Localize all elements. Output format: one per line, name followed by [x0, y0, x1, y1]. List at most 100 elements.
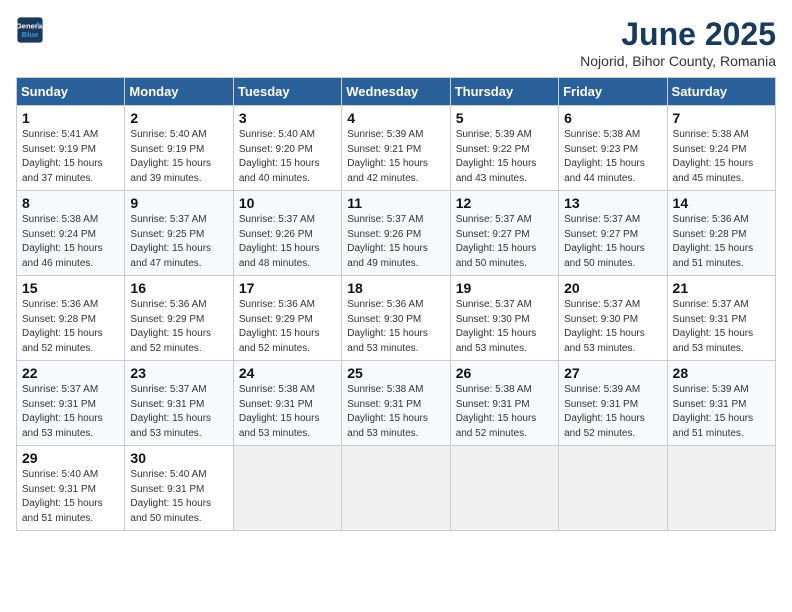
day-number: 21 [673, 280, 770, 296]
calendar-week-row: 22 Sunrise: 5:37 AM Sunset: 9:31 PM Dayli… [17, 361, 776, 446]
day-number: 6 [564, 110, 661, 126]
day-info: Sunrise: 5:39 AM Sunset: 9:31 PM Dayligh… [673, 383, 770, 441]
day-number: 11 [347, 195, 444, 211]
day-number: 14 [673, 195, 770, 211]
day-number: 29 [22, 450, 119, 466]
day-number: 20 [564, 280, 661, 296]
table-row: 6Sunrise: 5:38 AM Sunset: 9:23 PM Daylig… [559, 106, 667, 191]
table-row: 24 Sunrise: 5:38 AM Sunset: 9:31 PM Dayli… [233, 361, 341, 446]
table-row: 14 Sunrise: 5:36 AM Sunset: 9:28 PM Dayli… [667, 191, 775, 276]
day-number: 9 [130, 195, 227, 211]
table-row: 4 Sunrise: 5:39 AM Sunset: 9:21 PM Daylig… [342, 106, 450, 191]
day-info: Sunrise: 5:36 AM Sunset: 9:30 PM Dayligh… [347, 298, 444, 356]
table-row: 8Sunrise: 5:38 AM Sunset: 9:24 PM Daylig… [17, 191, 125, 276]
table-row: 1Sunrise: 5:41 AM Sunset: 9:19 PM Daylig… [17, 106, 125, 191]
table-row [233, 446, 341, 531]
logo: General Blue [16, 16, 44, 44]
header: General Blue June 2025 Nojorid, Bihor Co… [16, 16, 776, 69]
calendar-header-cell: Thursday [450, 78, 558, 106]
table-row: 20 Sunrise: 5:37 AM Sunset: 9:30 PM Dayli… [559, 276, 667, 361]
table-row [342, 446, 450, 531]
day-info: Sunrise: 5:37 AM Sunset: 9:25 PM Dayligh… [130, 213, 227, 271]
day-info: Sunrise: 5:37 AM Sunset: 9:31 PM Dayligh… [22, 383, 119, 441]
day-number: 23 [130, 365, 227, 381]
day-info: Sunrise: 5:37 AM Sunset: 9:26 PM Dayligh… [239, 213, 336, 271]
calendar-header-row: SundayMondayTuesdayWednesdayThursdayFrid… [17, 78, 776, 106]
table-row: 9 Sunrise: 5:37 AM Sunset: 9:25 PM Daylig… [125, 191, 233, 276]
day-number: 3 [239, 110, 336, 126]
day-info: Sunrise: 5:39 AM Sunset: 9:21 PM Dayligh… [347, 128, 444, 186]
day-info: Sunrise: 5:37 AM Sunset: 9:30 PM Dayligh… [564, 298, 661, 356]
day-number: 2 [130, 110, 227, 126]
day-info: Sunrise: 5:39 AM Sunset: 9:31 PM Dayligh… [564, 383, 661, 441]
day-info: Sunrise: 5:36 AM Sunset: 9:29 PM Dayligh… [239, 298, 336, 356]
table-row: 18 Sunrise: 5:36 AM Sunset: 9:30 PM Dayli… [342, 276, 450, 361]
table-row: 26 Sunrise: 5:38 AM Sunset: 9:31 PM Dayli… [450, 361, 558, 446]
day-number: 22 [22, 365, 119, 381]
page-subtitle: Nojorid, Bihor County, Romania [580, 53, 776, 69]
title-area: June 2025 Nojorid, Bihor County, Romania [580, 16, 776, 69]
table-row: 17Sunrise: 5:36 AM Sunset: 9:29 PM Dayli… [233, 276, 341, 361]
svg-text:Blue: Blue [22, 30, 39, 39]
day-info: Sunrise: 5:37 AM Sunset: 9:30 PM Dayligh… [456, 298, 553, 356]
table-row: 16 Sunrise: 5:36 AM Sunset: 9:29 PM Dayli… [125, 276, 233, 361]
table-row: 13 Sunrise: 5:37 AM Sunset: 9:27 PM Dayli… [559, 191, 667, 276]
day-number: 28 [673, 365, 770, 381]
day-info: Sunrise: 5:40 AM Sunset: 9:19 PM Dayligh… [130, 128, 227, 186]
table-row: 10 Sunrise: 5:37 AM Sunset: 9:26 PM Dayli… [233, 191, 341, 276]
day-number: 25 [347, 365, 444, 381]
table-row [667, 446, 775, 531]
day-number: 13 [564, 195, 661, 211]
day-number: 4 [347, 110, 444, 126]
table-row: 12Sunrise: 5:37 AM Sunset: 9:27 PM Dayli… [450, 191, 558, 276]
calendar-header-cell: Monday [125, 78, 233, 106]
day-info: Sunrise: 5:38 AM Sunset: 9:31 PM Dayligh… [456, 383, 553, 441]
day-info: Sunrise: 5:36 AM Sunset: 9:28 PM Dayligh… [673, 213, 770, 271]
day-number: 16 [130, 280, 227, 296]
day-number: 5 [456, 110, 553, 126]
day-info: Sunrise: 5:38 AM Sunset: 9:31 PM Dayligh… [347, 383, 444, 441]
day-number: 27 [564, 365, 661, 381]
calendar-week-row: 29Sunrise: 5:40 AM Sunset: 9:31 PM Dayli… [17, 446, 776, 531]
day-number: 12 [456, 195, 553, 211]
svg-text:General: General [16, 22, 44, 31]
day-number: 15 [22, 280, 119, 296]
table-row: 5 Sunrise: 5:39 AM Sunset: 9:22 PM Daylig… [450, 106, 558, 191]
day-number: 7 [673, 110, 770, 126]
table-row: 2 Sunrise: 5:40 AM Sunset: 9:19 PM Daylig… [125, 106, 233, 191]
day-info: Sunrise: 5:37 AM Sunset: 9:31 PM Dayligh… [130, 383, 227, 441]
day-number: 18 [347, 280, 444, 296]
table-row: 30Sunrise: 5:40 AM Sunset: 9:31 PM Dayli… [125, 446, 233, 531]
day-info: Sunrise: 5:39 AM Sunset: 9:22 PM Dayligh… [456, 128, 553, 186]
day-info: Sunrise: 5:37 AM Sunset: 9:27 PM Dayligh… [564, 213, 661, 271]
day-info: Sunrise: 5:36 AM Sunset: 9:29 PM Dayligh… [130, 298, 227, 356]
calendar-week-row: 8Sunrise: 5:38 AM Sunset: 9:24 PM Daylig… [17, 191, 776, 276]
calendar-header-cell: Saturday [667, 78, 775, 106]
calendar-body: 1Sunrise: 5:41 AM Sunset: 9:19 PM Daylig… [17, 106, 776, 531]
day-number: 24 [239, 365, 336, 381]
table-row: 7Sunrise: 5:38 AM Sunset: 9:24 PM Daylig… [667, 106, 775, 191]
day-number: 8 [22, 195, 119, 211]
day-number: 10 [239, 195, 336, 211]
day-number: 26 [456, 365, 553, 381]
table-row [559, 446, 667, 531]
table-row: 27 Sunrise: 5:39 AM Sunset: 9:31 PM Dayli… [559, 361, 667, 446]
table-row: 3 Sunrise: 5:40 AM Sunset: 9:20 PM Daylig… [233, 106, 341, 191]
day-info: Sunrise: 5:40 AM Sunset: 9:20 PM Dayligh… [239, 128, 336, 186]
calendar-table: SundayMondayTuesdayWednesdayThursdayFrid… [16, 77, 776, 531]
day-info: Sunrise: 5:36 AM Sunset: 9:28 PM Dayligh… [22, 298, 119, 356]
table-row: 19 Sunrise: 5:37 AM Sunset: 9:30 PM Dayli… [450, 276, 558, 361]
table-row: 22 Sunrise: 5:37 AM Sunset: 9:31 PM Dayli… [17, 361, 125, 446]
page-title: June 2025 [580, 16, 776, 53]
table-row [450, 446, 558, 531]
day-number: 19 [456, 280, 553, 296]
table-row: 29Sunrise: 5:40 AM Sunset: 9:31 PM Dayli… [17, 446, 125, 531]
table-row: 23 Sunrise: 5:37 AM Sunset: 9:31 PM Dayli… [125, 361, 233, 446]
table-row: 28 Sunrise: 5:39 AM Sunset: 9:31 PM Dayli… [667, 361, 775, 446]
calendar-week-row: 1Sunrise: 5:41 AM Sunset: 9:19 PM Daylig… [17, 106, 776, 191]
day-info: Sunrise: 5:41 AM Sunset: 9:19 PM Dayligh… [22, 128, 119, 186]
day-info: Sunrise: 5:38 AM Sunset: 9:31 PM Dayligh… [239, 383, 336, 441]
logo-icon: General Blue [16, 16, 44, 44]
calendar-header-cell: Sunday [17, 78, 125, 106]
day-info: Sunrise: 5:37 AM Sunset: 9:26 PM Dayligh… [347, 213, 444, 271]
